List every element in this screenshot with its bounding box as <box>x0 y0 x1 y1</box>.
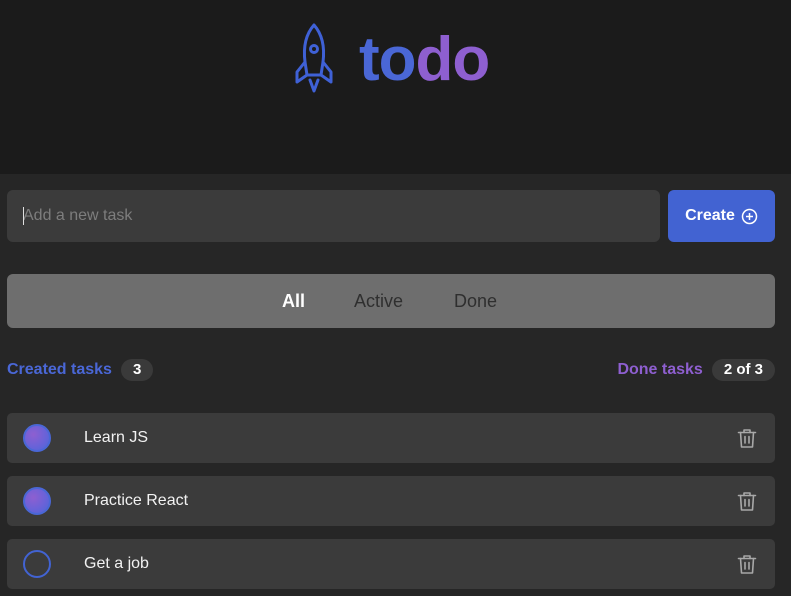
trash-icon[interactable] <box>736 490 758 512</box>
done-tasks-label: Done tasks <box>617 361 703 378</box>
task-item: Get a job <box>7 539 775 589</box>
done-tasks-stat: Done tasks 2 of 3 <box>617 358 775 382</box>
task-text: Learn JS <box>84 429 149 446</box>
task-checkbox[interactable] <box>23 424 51 452</box>
plus-circle-icon <box>741 208 758 224</box>
task-text: Practice React <box>84 492 189 509</box>
text-cursor <box>23 207 24 225</box>
created-tasks-label: Created tasks <box>7 361 112 378</box>
task-checkbox[interactable] <box>23 550 51 578</box>
created-tasks-stat: Created tasks 3 <box>7 358 154 382</box>
app-title-part-to: to <box>359 25 417 94</box>
trash-icon[interactable] <box>736 553 758 575</box>
task-text: Get a job <box>84 555 149 572</box>
create-button-label: Create <box>685 207 735 224</box>
created-tasks-count: 3 <box>120 359 154 381</box>
rocket-icon <box>295 23 333 93</box>
create-button[interactable]: Create <box>668 190 775 242</box>
task-item: Learn JS <box>7 413 775 463</box>
app-header: todo <box>0 0 791 174</box>
tab-done[interactable]: Done <box>454 274 497 328</box>
app-title: todo <box>359 22 491 98</box>
filter-tabs: All Active Done <box>7 274 775 328</box>
app-title-part-do: do <box>415 25 491 94</box>
done-tasks-count: 2 of 3 <box>711 359 775 381</box>
tab-all[interactable]: All <box>282 274 305 328</box>
task-checkbox[interactable] <box>23 487 51 515</box>
tab-active[interactable]: Active <box>354 274 403 328</box>
task-item: Practice React <box>7 476 775 526</box>
new-task-input[interactable] <box>7 190 660 242</box>
trash-icon[interactable] <box>736 427 758 449</box>
